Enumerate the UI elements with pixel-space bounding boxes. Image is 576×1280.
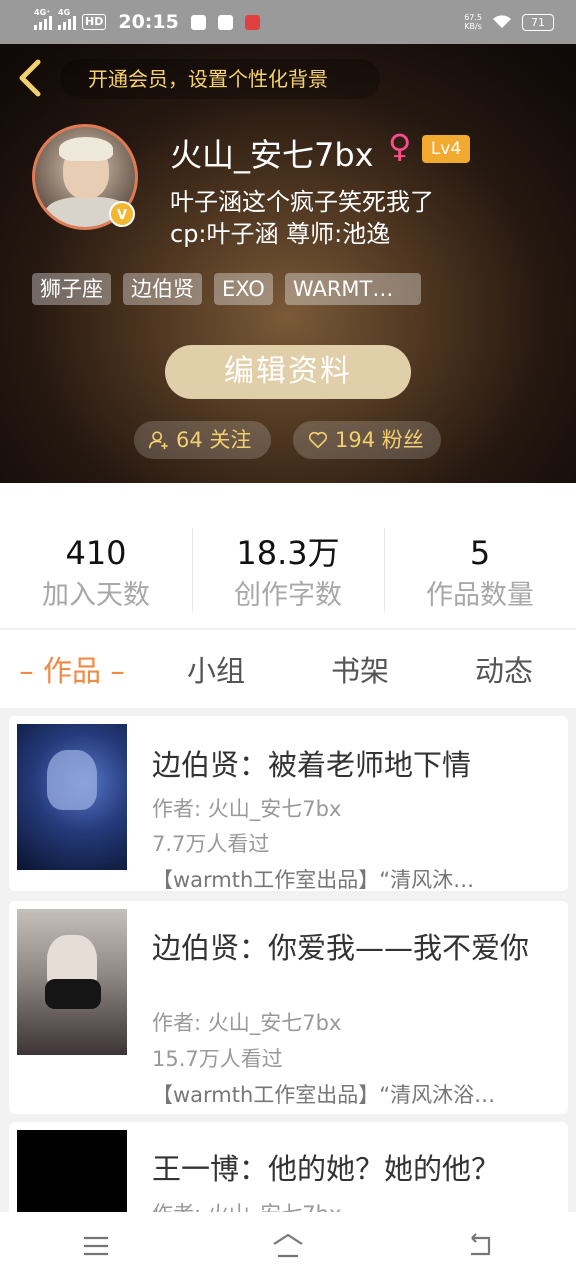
work-views: 7.7万人看过 (152, 832, 270, 856)
work-title: 王一博：他的她？她的他？ (152, 1152, 501, 1186)
hd-icon: HD (82, 14, 107, 30)
work-views: 15.7万人看过 (152, 1047, 283, 1071)
network-speed: 67.5 KB/s (464, 13, 482, 31)
tag[interactable]: WARMT… (284, 273, 421, 305)
home-icon[interactable] (270, 1228, 306, 1264)
bio-line: 叶子涵这个疯子笑死我了 (170, 188, 434, 216)
wifi-icon (493, 15, 511, 28)
tag[interactable]: 边伯贤 (123, 273, 202, 305)
system-nav-bar (0, 1212, 576, 1280)
back-icon[interactable] (462, 1228, 498, 1264)
book-cover (17, 909, 127, 1055)
verified-badge: V (109, 201, 135, 227)
work-title: 边伯贤：你爱我——我不爱你 (152, 931, 530, 965)
fans-count: 194 粉丝 (335, 428, 424, 452)
tab-activity[interactable]: 动态 (432, 648, 576, 690)
vip-banner[interactable]: 开通会员，设置个性化背景 (60, 59, 380, 99)
stat-join-days: 410 加入天数 (42, 534, 150, 611)
edit-profile-button[interactable]: 编辑资料 (165, 345, 411, 399)
stat-works-count: 5 作品数量 (384, 483, 576, 628)
work-description: 【warmth工作室出品】“清风沐… (152, 868, 475, 891)
bio: 叶子涵这个疯子笑死我了 cp:叶子涵 尊师:池逸 (170, 186, 550, 250)
list-item[interactable]: 边伯贤：你爱我——我不爱你 作者: 火山_安七7bx 15.7万人看过 【war… (9, 901, 568, 1114)
level-badge: Lv4 (422, 135, 470, 163)
fans-button[interactable]: 194 粉丝 (293, 421, 441, 459)
book-cover (17, 724, 127, 870)
list-item[interactable]: 边伯贤：被着老师地下情 作者: 火山_安七7bx 7.7万人看过 【warmth… (9, 716, 568, 891)
status-bar: 4G⁺ 4G HD 20:15 67.5 KB/s 71 (0, 0, 576, 44)
work-description: 【warmth工作室出品】“清风沐浴… (152, 1083, 496, 1107)
chevron-left-icon[interactable] (14, 58, 44, 98)
tab-groups[interactable]: 小组 (144, 648, 288, 690)
clock: 20:15 (118, 11, 179, 33)
stat-word-count: 18.3万 创作字数 (192, 483, 384, 628)
tag-list: 狮子座 边伯贤 EXO WARMT… (32, 273, 421, 305)
stats-row: 410 加入天数 18.3万 创作字数 5 作品数量 (0, 483, 576, 629)
menu-icon[interactable] (78, 1228, 114, 1264)
female-icon: ♀ (388, 127, 412, 165)
following-count: 64 关注 (176, 428, 252, 452)
signal-icon-sim2: 4G (58, 8, 76, 30)
app-notification-icon (244, 14, 260, 30)
work-title: 边伯贤：被着老师地下情 (152, 748, 472, 782)
tag[interactable]: 狮子座 (32, 273, 111, 305)
profile-header: 开通会员，设置个性化背景 V 火山_安七7bx ♀ Lv4 叶子涵这个疯子笑死我… (0, 44, 576, 483)
heart-icon (308, 431, 328, 449)
tab-works[interactable]: 作品 (0, 648, 144, 690)
work-author: 作者: 火山_安七7bx (152, 797, 342, 821)
signal-icon-sim1: 4G⁺ (34, 8, 52, 30)
bio-line: cp:叶子涵 尊师:池逸 (170, 220, 391, 248)
tab-bar: 作品 小组 书架 动态 (0, 630, 576, 708)
person-plus-icon (149, 431, 168, 450)
tab-bookshelf[interactable]: 书架 (288, 648, 432, 690)
work-author: 作者: 火山_安七7bx (152, 1011, 342, 1035)
username: 火山_安七7bx (170, 136, 374, 174)
battery-icon: 71 (522, 13, 554, 31)
following-button[interactable]: 64 关注 (134, 421, 271, 459)
tag[interactable]: EXO (214, 273, 273, 305)
app-notification-icon (190, 14, 206, 30)
app-notification-icon (217, 14, 233, 30)
